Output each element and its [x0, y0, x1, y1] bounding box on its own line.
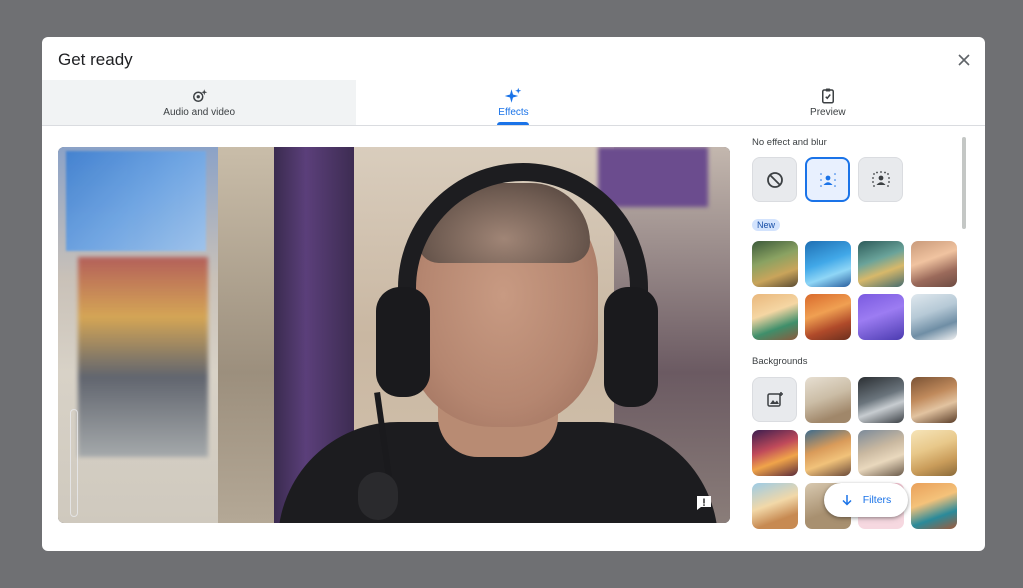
feedback-icon[interactable] — [694, 493, 714, 513]
background-thumbnail[interactable] — [805, 377, 851, 423]
background-thumbnail[interactable] — [911, 483, 957, 529]
new-background-thumbnail[interactable] — [858, 241, 904, 287]
tab-bar: Audio and video Effects Preview — [42, 80, 985, 126]
add-photo-icon — [766, 391, 783, 407]
background-blur-icon — [871, 170, 890, 187]
no-effect-button[interactable] — [752, 157, 797, 202]
close-icon — [958, 54, 970, 66]
close-button[interactable] — [953, 49, 975, 71]
background-thumbnail[interactable] — [858, 430, 904, 476]
effects-scrollbar[interactable] — [962, 137, 966, 229]
new-background-thumbnail[interactable] — [752, 294, 798, 340]
new-background-thumbnail[interactable] — [858, 294, 904, 340]
upload-background-button[interactable] — [752, 377, 797, 422]
audio-level-meter — [70, 409, 78, 517]
new-background-thumbnail[interactable] — [752, 241, 798, 287]
tab-preview[interactable]: Preview — [671, 80, 985, 125]
get-ready-dialog: Get ready Audio and video Effects Previe… — [42, 37, 985, 551]
background-thumbnail[interactable] — [858, 377, 904, 423]
new-background-thumbnail[interactable] — [805, 241, 851, 287]
block-icon — [766, 171, 783, 188]
slight-blur-button[interactable] — [805, 157, 850, 202]
tab-label: Audio and video — [163, 107, 236, 118]
sparkle-icon — [505, 87, 522, 103]
selected-tab-indicator — [497, 122, 530, 125]
background-thumbnail[interactable] — [805, 430, 851, 476]
blur-background-button[interactable] — [858, 157, 903, 202]
filters-button[interactable]: Filters — [824, 483, 908, 517]
tab-effects[interactable]: Effects — [356, 80, 670, 125]
arrow-down-icon — [842, 495, 852, 506]
backgrounds-section-label: Backgrounds — [752, 356, 808, 367]
new-badge: New — [752, 219, 781, 231]
background-blur-slight-icon — [819, 172, 836, 187]
no-effect-section-label: No effect and blur — [752, 137, 827, 148]
clipboard-check-icon — [821, 88, 834, 104]
tab-label: Preview — [810, 107, 846, 118]
new-background-thumbnail[interactable] — [911, 294, 957, 340]
background-thumbnail[interactable] — [752, 483, 798, 529]
background-thumbnail[interactable] — [911, 430, 957, 476]
tab-audio-and-video[interactable]: Audio and video — [42, 80, 357, 125]
tab-label: Effects — [498, 107, 529, 118]
background-thumbnail[interactable] — [752, 430, 798, 476]
background-thumbnail[interactable] — [911, 377, 957, 423]
new-background-thumbnail[interactable] — [911, 241, 957, 287]
filters-label: Filters — [862, 494, 892, 506]
dialog-title: Get ready — [58, 50, 133, 69]
camera-preview — [58, 147, 730, 523]
new-background-thumbnail[interactable] — [805, 294, 851, 340]
settings-sparkle-icon — [193, 89, 208, 102]
